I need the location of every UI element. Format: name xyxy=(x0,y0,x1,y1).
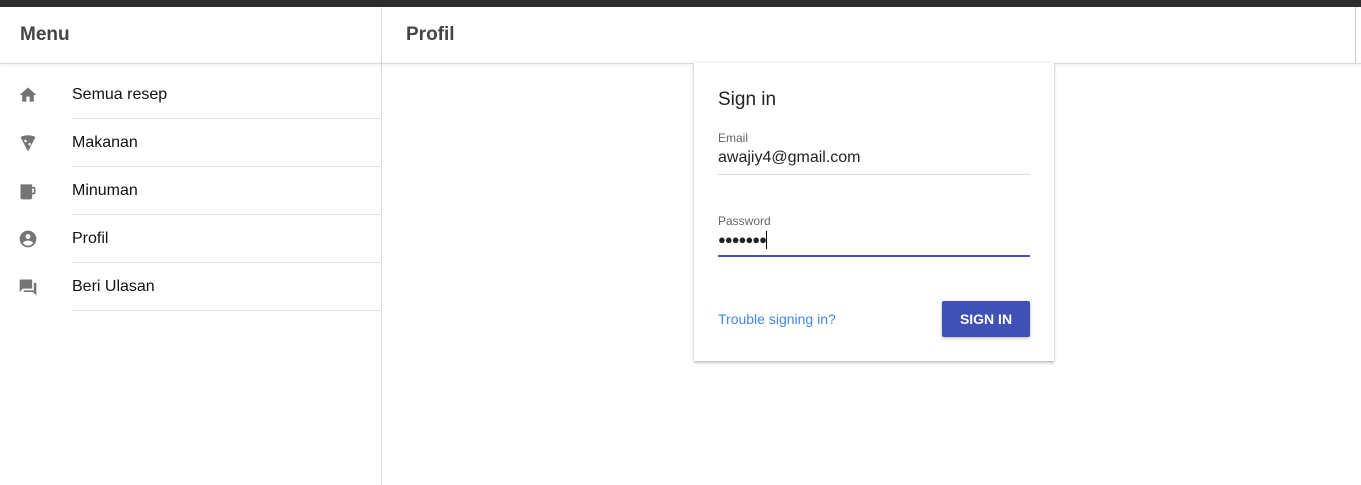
chat-icon xyxy=(19,279,37,296)
trouble-signing-in-link[interactable]: Trouble signing in? xyxy=(718,311,836,327)
browser-top-strip xyxy=(0,0,1361,7)
sidebar-title: Menu xyxy=(20,24,70,45)
password-value: ●●●●●●● xyxy=(718,232,767,247)
scrollbar xyxy=(1355,7,1356,63)
password-field[interactable]: ●●●●●●● xyxy=(718,229,1030,257)
sidebar-item-profil[interactable]: Profil xyxy=(0,215,381,263)
sidebar-item-label: Beri Ulasan xyxy=(72,278,155,295)
sidebar-item-beri-ulasan[interactable]: Beri Ulasan xyxy=(0,263,381,311)
sidebar-item-semua-resep[interactable]: Semua resep xyxy=(0,71,381,119)
sidebar-item-label: Makanan xyxy=(72,134,138,151)
signin-title: Sign in xyxy=(718,89,777,110)
home-icon xyxy=(19,87,37,102)
sidebar-item-makanan[interactable]: Makanan xyxy=(0,119,381,167)
header-divider xyxy=(0,63,1361,64)
text-caret xyxy=(765,230,767,249)
sidebar-nav: Semua resep Makanan Minuman Profil Beri … xyxy=(0,71,381,311)
sidebar-item-label: Profil xyxy=(72,230,109,247)
sign-in-button[interactable]: SIGN IN xyxy=(942,301,1030,337)
beer-mug-icon xyxy=(20,184,36,200)
page-title: Profil xyxy=(406,24,455,45)
pizza-icon xyxy=(20,135,36,152)
email-label: Email xyxy=(718,131,749,145)
sidebar-item-label: Minuman xyxy=(72,182,138,199)
signin-card: Sign in Email awajiy4@gmail.com Password… xyxy=(694,63,1054,361)
password-label: Password xyxy=(718,214,771,228)
email-field[interactable]: awajiy4@gmail.com xyxy=(718,147,1030,175)
divider xyxy=(381,7,382,63)
account-circle-icon xyxy=(19,230,37,248)
email-value: awajiy4@gmail.com xyxy=(718,149,861,166)
sidebar-item-label: Semua resep xyxy=(72,86,168,103)
sidebar-item-minuman[interactable]: Minuman xyxy=(0,167,381,215)
